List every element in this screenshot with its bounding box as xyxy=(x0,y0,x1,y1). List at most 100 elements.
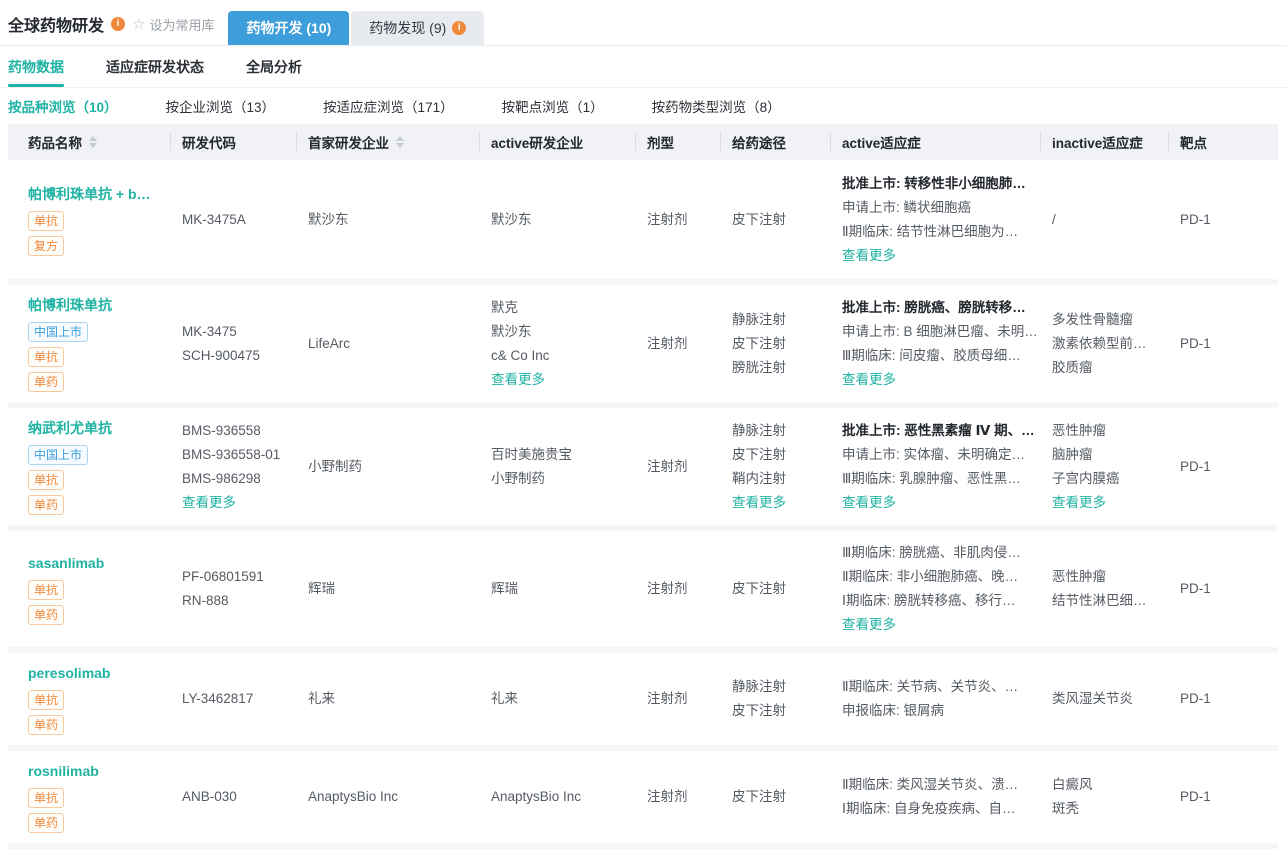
inactive-indications-item: 激素依赖型前… xyxy=(1052,332,1147,356)
favorite-button[interactable]: ☆ 设为常用库 xyxy=(132,15,214,34)
filter-by-drug-type[interactable]: 按药物类型浏览（8） xyxy=(652,96,781,116)
secondary-nav: 药物数据 适应症研发状态 全局分析 xyxy=(0,46,1286,88)
table-header-row: 药品名称研发代码首家研发企业active研发企业剂型给药途径active适应症i… xyxy=(8,124,1278,160)
active-companies-item: 辉瑞 xyxy=(491,577,518,601)
view-more-link[interactable]: 查看更多 xyxy=(842,613,896,637)
drug-name-link[interactable]: rosnilimab xyxy=(28,761,99,781)
target-cell: PD-1 xyxy=(1168,408,1278,525)
tab-drug-discovery[interactable]: 药物发现 (9) i xyxy=(351,11,484,45)
drug-name-link[interactable]: 纳武利尤单抗 xyxy=(28,418,112,438)
column-header-8: inactive适应症 xyxy=(1040,124,1168,160)
routes-item: 皮下注射 xyxy=(732,699,786,723)
active-indication-item: Ⅰ期临床: 膀胱转移癌、移行… xyxy=(842,589,1015,613)
sort-icon xyxy=(396,136,404,148)
routes-cell: 皮下注射 xyxy=(720,160,830,279)
rd-code-cell: ANB-030 xyxy=(170,751,296,843)
active-indication-item: Ⅱ期临床: 非小细胞肺癌、晚… xyxy=(842,565,1018,589)
rd-code-cell: LY-3462817 xyxy=(170,653,296,745)
active-indications-cell: Ⅱ期临床: 关节病、关节炎、…申报临床: 银屑病 xyxy=(830,653,1040,745)
first-company-item: LifeArc xyxy=(308,332,350,356)
view-more-link[interactable]: 查看更多 xyxy=(1052,491,1106,515)
library-tabs: 药物开发 (10) 药物发现 (9) i xyxy=(228,11,484,45)
drug-tags: 单抗单药 xyxy=(28,788,64,833)
active-indications-cell: Ⅲ期临床: 膀胱癌、非肌肉侵…Ⅱ期临床: 非小细胞肺癌、晚…Ⅰ期临床: 膀胱转移… xyxy=(830,531,1040,647)
active-indication-item: 申请上市: B 细胞淋巴瘤、未明… xyxy=(842,320,1038,344)
active-indication-item: Ⅲ期临床: 间皮瘤、胶质母细… xyxy=(842,344,1021,368)
routes-item: 静脉注射 xyxy=(732,675,786,699)
dosage-form-cell: 注射剂 xyxy=(635,653,720,745)
active-companies-cell: 默克默沙东c& Co Inc查看更多 xyxy=(479,285,635,402)
info-icon[interactable]: i xyxy=(111,17,125,31)
drug-name-link[interactable]: peresolimab xyxy=(28,663,110,683)
dosage-form-item: 注射剂 xyxy=(647,687,688,711)
filter-by-variety[interactable]: 按品种浏览（10） xyxy=(8,96,118,116)
target-item: PD-1 xyxy=(1180,687,1211,711)
rd-code-cell: PF-06801591RN-888 xyxy=(170,531,296,647)
dosage-form-cell: 注射剂 xyxy=(635,531,720,647)
routes-item: 静脉注射 xyxy=(732,419,786,443)
tab-drug-development[interactable]: 药物开发 (10) xyxy=(228,11,349,45)
column-header-1[interactable]: 药品名称 xyxy=(8,124,170,160)
filter-by-indication[interactable]: 按适应症浏览（171） xyxy=(323,96,454,116)
inactive-indications-item: 类风湿关节炎 xyxy=(1052,687,1133,711)
inactive-indications-item: 恶性肿瘤 xyxy=(1052,565,1106,589)
dosage-form-item: 注射剂 xyxy=(647,577,688,601)
drug-tag: 复方 xyxy=(28,236,64,256)
codes-item: BMS-936558-01 xyxy=(182,443,280,467)
table-row: rosnilimab 单抗单药 ANB-030 AnaptysBio Inc A… xyxy=(8,751,1278,849)
column-header-3[interactable]: 首家研发企业 xyxy=(296,124,479,160)
drug-tags: 单抗单药 xyxy=(28,580,64,625)
view-more-link[interactable]: 查看更多 xyxy=(491,368,545,392)
browse-filters: 按品种浏览（10） 按企业浏览（13） 按适应症浏览（171） 按靶点浏览（1）… xyxy=(0,88,1286,124)
column-header-6: 给药途径 xyxy=(720,124,830,160)
codes-item: LY-3462817 xyxy=(182,687,253,711)
drug-tag: 单抗 xyxy=(28,470,64,490)
nav-item-indication-status[interactable]: 适应症研发状态 xyxy=(106,46,204,87)
column-label: active适应症 xyxy=(842,132,921,152)
view-more-link[interactable]: 查看更多 xyxy=(842,244,896,268)
codes-item: SCH-900475 xyxy=(182,344,260,368)
active-indication-item: Ⅱ期临床: 结节性淋巴细胞为… xyxy=(842,220,1018,244)
routes-item: 皮下注射 xyxy=(732,443,786,467)
column-label: 剂型 xyxy=(647,132,674,152)
dosage-form-item: 注射剂 xyxy=(647,208,688,232)
drug-tag: 中国上市 xyxy=(28,445,88,465)
drug-name-link[interactable]: 帕博利珠单抗 + b… xyxy=(28,184,151,204)
drug-tag: 单药 xyxy=(28,813,64,833)
first-company-item: AnaptysBio Inc xyxy=(308,785,398,809)
active-indication-item: Ⅱ期临床: 关节病、关节炎、… xyxy=(842,675,1018,699)
active-indication-item: Ⅲ期临床: 乳腺肿瘤、恶性黑… xyxy=(842,467,1021,491)
routes-cell: 静脉注射皮下注射 xyxy=(720,653,830,745)
dosage-form-cell: 注射剂 xyxy=(635,285,720,402)
view-more-link[interactable]: 查看更多 xyxy=(842,491,896,515)
drug-name-link[interactable]: 帕博利珠单抗 xyxy=(28,295,112,315)
active-companies-cell: 默沙东 xyxy=(479,160,635,279)
first-company-cell: 礼来 xyxy=(296,653,479,745)
dosage-form-item: 注射剂 xyxy=(647,455,688,479)
first-company-cell: 辉瑞 xyxy=(296,531,479,647)
drug-name-cell: sasanlimab 单抗单药 xyxy=(8,531,170,647)
target-item: PD-1 xyxy=(1180,455,1211,479)
routes-item: 膀胱注射 xyxy=(732,356,786,380)
drug-tag: 单抗 xyxy=(28,788,64,808)
view-more-link[interactable]: 查看更多 xyxy=(732,491,786,515)
filter-by-company[interactable]: 按企业浏览（13） xyxy=(166,96,276,116)
filter-by-target[interactable]: 按靶点浏览（1） xyxy=(502,96,604,116)
nav-label: 全局分析 xyxy=(246,57,302,77)
favorite-label: 设为常用库 xyxy=(149,15,214,34)
drug-name-link[interactable]: sasanlimab xyxy=(28,553,104,573)
active-companies-item: 默沙东 xyxy=(491,320,532,344)
nav-item-global-analysis[interactable]: 全局分析 xyxy=(246,46,302,87)
table-row: peresolimab 单抗单药 LY-3462817 礼来 礼来 注射剂 静脉… xyxy=(8,653,1278,751)
target-cell: PD-1 xyxy=(1168,751,1278,843)
routes-cell: 静脉注射皮下注射鞘内注射查看更多 xyxy=(720,408,830,525)
nav-item-drug-data[interactable]: 药物数据 xyxy=(8,46,64,87)
table-row: 纳武利尤单抗 中国上市单抗单药 BMS-936558BMS-936558-01B… xyxy=(8,408,1278,531)
first-company-cell: LifeArc xyxy=(296,285,479,402)
column-label: 给药途径 xyxy=(732,132,786,152)
view-more-link[interactable]: 查看更多 xyxy=(842,368,896,392)
routes-cell: 皮下注射 xyxy=(720,751,830,843)
view-more-link[interactable]: 查看更多 xyxy=(182,491,236,515)
target-item: PD-1 xyxy=(1180,332,1211,356)
active-companies-item: 百时美施贵宝 xyxy=(491,443,572,467)
